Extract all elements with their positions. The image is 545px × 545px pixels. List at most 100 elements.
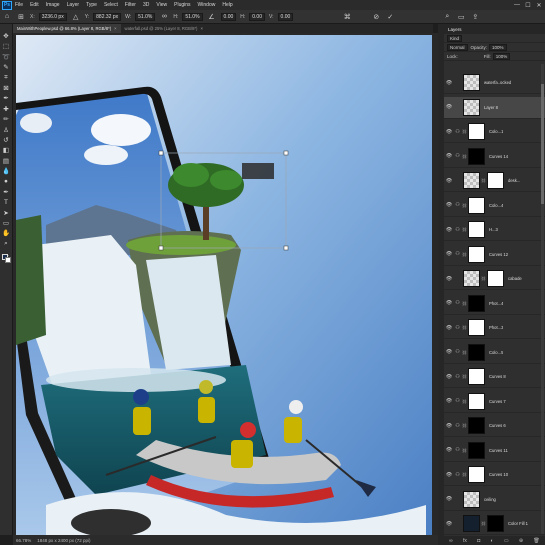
- marquee-tool-icon[interactable]: ⬚: [2, 42, 10, 50]
- visibility-eye-icon[interactable]: 👁: [445, 325, 453, 331]
- warp-icon[interactable]: ⌘: [343, 13, 351, 21]
- crop-tool-icon[interactable]: ⌗: [2, 74, 10, 82]
- mask-link-icon[interactable]: ⛓: [462, 301, 467, 306]
- panel-title[interactable]: Layers: [444, 24, 545, 34]
- healing-brush-tool-icon[interactable]: ✚: [2, 105, 10, 113]
- close-icon[interactable]: ×: [114, 26, 116, 31]
- visibility-eye-icon[interactable]: 👁: [445, 374, 453, 380]
- menu-help[interactable]: Help: [222, 2, 232, 8]
- layer-mask-thumbnail[interactable]: [468, 343, 485, 361]
- layer-mask-thumbnail[interactable]: [468, 417, 485, 434]
- zoom-readout[interactable]: 66.78%: [16, 538, 31, 543]
- layer-row[interactable]: 👁 ⛓ desk...: [444, 170, 545, 192]
- new-layer-icon[interactable]: ⊕: [519, 538, 523, 544]
- layer-row[interactable]: 👁 ⚇ ⛓ Colo...5: [444, 342, 545, 364]
- stamp-tool-icon[interactable]: ♙: [2, 126, 10, 134]
- layer-row[interactable]: 👁 ⛓ Color Fill 1: [444, 513, 545, 535]
- type-tool-icon[interactable]: T: [2, 198, 10, 206]
- h-skew-field[interactable]: 0.00: [249, 12, 265, 21]
- layer-name[interactable]: Curves 14: [489, 154, 508, 159]
- visibility-eye-icon[interactable]: 👁: [445, 423, 453, 429]
- mask-link-icon[interactable]: ⛓: [481, 521, 486, 526]
- close-window-button[interactable]: ✕: [534, 0, 544, 10]
- visibility-eye-icon[interactable]: 👁: [445, 472, 453, 478]
- width-field[interactable]: 51.0%: [135, 12, 156, 21]
- add-mask-icon[interactable]: ◘: [477, 538, 480, 544]
- visibility-eye-icon[interactable]: 👁: [445, 202, 453, 208]
- layer-mask-thumbnail[interactable]: [487, 515, 504, 532]
- visibility-eye-icon[interactable]: 👁: [445, 398, 453, 404]
- maximize-button[interactable]: ☐: [523, 0, 533, 10]
- layer-row[interactable]: 👁 ⚇ ⛓ Curves 10: [444, 464, 545, 486]
- mask-link-icon[interactable]: ⛓: [462, 374, 467, 379]
- layer-name[interactable]: Curves 8: [489, 374, 506, 379]
- layer-row[interactable]: 👁 Layer 8: [444, 96, 545, 119]
- layer-thumbnail[interactable]: [463, 98, 480, 116]
- canvas-area[interactable]: [13, 33, 438, 535]
- blend-mode-select[interactable]: Normal: [447, 43, 468, 51]
- mask-link-icon[interactable]: ⛓: [462, 350, 467, 355]
- layer-row[interactable]: 👁 ⚇ ⛓ Curves 12: [444, 244, 545, 266]
- layer-mask-thumbnail[interactable]: [468, 123, 485, 140]
- mask-link-icon[interactable]: ⛓: [462, 129, 467, 134]
- layer-mask-thumbnail[interactable]: [468, 294, 485, 312]
- delta-icon[interactable]: △: [72, 13, 80, 21]
- link-layers-icon[interactable]: ∞: [449, 538, 453, 544]
- menu-type[interactable]: Type: [86, 2, 97, 8]
- quick-select-tool-icon[interactable]: ✎: [2, 63, 10, 71]
- background-color-swatch[interactable]: [5, 257, 11, 263]
- layer-thumbnail[interactable]: [463, 490, 480, 508]
- eyedropper-tool-icon[interactable]: ✒: [2, 94, 10, 102]
- layer-mask-thumbnail[interactable]: [468, 368, 485, 385]
- visibility-eye-icon[interactable]: 👁: [445, 496, 453, 502]
- mask-link-icon[interactable]: ⛓: [462, 448, 467, 453]
- layer-mask-thumbnail[interactable]: [468, 147, 485, 165]
- document-canvas[interactable]: [16, 35, 432, 535]
- layer-thumbnail[interactable]: [463, 270, 480, 287]
- mask-link-icon[interactable]: ⛓: [462, 203, 467, 208]
- layer-thumbnail[interactable]: [463, 74, 480, 91]
- v-skew-field[interactable]: 0.00: [277, 12, 294, 21]
- layer-row[interactable]: 👁 ⚇ ⛓ H...3: [444, 219, 545, 241]
- menu-edit[interactable]: Edit: [30, 2, 39, 8]
- commit-transform-icon[interactable]: ✓: [386, 13, 394, 21]
- layer-name[interactable]: waterfa..ocked: [484, 80, 511, 85]
- visibility-eye-icon[interactable]: 👁: [445, 276, 453, 282]
- layer-mask-thumbnail[interactable]: [468, 441, 485, 459]
- history-brush-tool-icon[interactable]: ↺: [2, 136, 10, 144]
- layer-row[interactable]: 👁 ⚇ ⛓ Curves 6: [444, 415, 545, 437]
- cancel-transform-icon[interactable]: ⊘: [372, 13, 380, 21]
- layer-row[interactable]: 👁 ⛓ cabade: [444, 268, 545, 290]
- x-field[interactable]: 3236.0 px: [38, 12, 67, 21]
- layer-name[interactable]: Curves 6: [489, 423, 506, 428]
- height-field[interactable]: 51.0%: [182, 12, 203, 21]
- visibility-eye-icon[interactable]: 👁: [445, 227, 453, 233]
- group-icon[interactable]: ▭: [504, 538, 509, 544]
- path-select-tool-icon[interactable]: ➤: [2, 209, 10, 217]
- mask-link-icon[interactable]: ⛓: [462, 423, 467, 428]
- rectangle-tool-icon[interactable]: ▭: [2, 219, 10, 227]
- opacity-field[interactable]: 100%: [489, 43, 507, 51]
- layer-mask-thumbnail[interactable]: [468, 245, 485, 263]
- blur-tool-icon[interactable]: 💧: [2, 167, 10, 175]
- menu-plugins[interactable]: Plugins: [174, 2, 190, 8]
- mask-link-icon[interactable]: ⛓: [462, 227, 467, 232]
- lasso-tool-icon[interactable]: ➰: [2, 53, 10, 61]
- layer-row[interactable]: 👁 ⚇ ⛓ Colo...1: [444, 121, 545, 143]
- minimize-button[interactable]: —: [512, 0, 522, 10]
- layer-name[interactable]: Colo...1: [489, 129, 503, 134]
- menu-3d[interactable]: 3D: [143, 2, 149, 8]
- link-icon[interactable]: ∞: [160, 13, 168, 21]
- layer-mask-thumbnail[interactable]: [468, 392, 485, 410]
- tab-mainwithpeople[interactable]: MainWithPeoplew.psd @ 66.8% (Layer 8, RG…: [13, 24, 121, 33]
- transform-handle[interactable]: [158, 245, 164, 251]
- visibility-eye-icon[interactable]: 👁: [445, 80, 453, 86]
- mask-link-icon[interactable]: ⛓: [462, 399, 467, 404]
- layer-row[interactable]: 👁 waterfa..ocked: [444, 72, 545, 94]
- layer-row[interactable]: 👁 ⚇ ⛓ Phot...4: [444, 293, 545, 315]
- transform-handle[interactable]: [158, 150, 164, 156]
- layer-name[interactable]: H...3: [489, 227, 498, 232]
- layer-mask-thumbnail[interactable]: [468, 466, 485, 483]
- layer-row[interactable]: 👁 ⚇ ⛓ Curves 14: [444, 146, 545, 168]
- kind-filter-select[interactable]: Kind: [447, 34, 463, 42]
